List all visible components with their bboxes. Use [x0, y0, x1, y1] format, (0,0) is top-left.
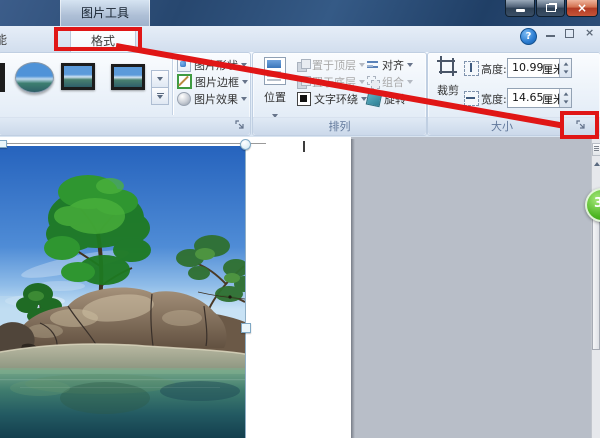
- text-wrapping-icon: [297, 92, 311, 106]
- thumbnail-landscape: [64, 66, 92, 87]
- spinner-down-icon: [563, 70, 568, 73]
- help-button[interactable]: ?: [520, 28, 537, 45]
- width-icon: [464, 91, 479, 106]
- annotation-box-format-tab: [54, 27, 142, 51]
- floating-ball-text: 3: [594, 196, 600, 211]
- text-cursor: [303, 141, 305, 152]
- chevron-down-icon: [407, 63, 413, 67]
- picture-styles-dialog-launcher[interactable]: [235, 120, 246, 131]
- chevron-down-icon: [359, 63, 365, 67]
- close-icon: ×: [577, 1, 587, 15]
- picture-border-button[interactable]: 图片边框: [177, 74, 248, 89]
- floating-assistant-ball[interactable]: 3: [585, 188, 600, 222]
- word-picture-tools-window: 图片工具 × 能 格式 ? × 图片形状: [0, 0, 600, 438]
- align-icon: [367, 59, 379, 71]
- chevron-up-icon: [594, 162, 600, 166]
- align-button[interactable]: 对齐: [367, 57, 413, 72]
- spinner-down-icon: [563, 100, 568, 103]
- picture-style-thumbnail-oval[interactable]: [15, 62, 54, 93]
- thumbnail-landscape: [114, 67, 142, 87]
- group-separator: [172, 57, 173, 115]
- annotation-box-size-launcher: [560, 111, 599, 139]
- scroll-up-button[interactable]: [592, 158, 600, 170]
- vertical-scrollbar[interactable]: [591, 137, 600, 438]
- height-label: 高度:: [481, 61, 507, 77]
- spinner-up-icon: [563, 63, 568, 66]
- chevron-down-icon: [359, 80, 365, 84]
- crop-button[interactable]: 裁剪: [431, 55, 465, 99]
- height-spinner[interactable]: 10.99 厘米: [507, 58, 572, 78]
- width-spinner[interactable]: 14.65 厘米: [507, 88, 572, 108]
- document-area: 3: [0, 137, 600, 438]
- arrange-group-label: 排列: [253, 117, 426, 135]
- selection-handle-top-right[interactable]: [240, 139, 251, 150]
- width-value: 14.65: [512, 91, 544, 104]
- gallery-scroll-down-button[interactable]: [151, 70, 169, 88]
- minimize-button[interactable]: [505, 0, 535, 17]
- selection-top-line: [0, 143, 266, 144]
- chevron-down-icon: [241, 97, 247, 101]
- document-minimize-icon[interactable]: [546, 35, 555, 37]
- restore-button[interactable]: [536, 0, 565, 17]
- crop-icon: [437, 56, 459, 78]
- chevron-down-icon: [157, 77, 163, 81]
- height-value: 10.99: [512, 61, 544, 74]
- spinner-up-icon: [563, 93, 568, 96]
- group-button[interactable]: 组合: [367, 74, 413, 89]
- picture-effects-icon: [177, 92, 191, 106]
- ribbon: 图片形状 图片边框 图片效果 位置: [0, 52, 600, 138]
- gallery-more-button[interactable]: [151, 87, 169, 105]
- group-objects-icon: [367, 76, 379, 88]
- selection-handle-top-left[interactable]: [0, 140, 7, 148]
- position-button[interactable]: 位置: [257, 55, 293, 115]
- text-wrapping-button[interactable]: 文字环绕: [297, 91, 367, 106]
- picture-style-thumbnail-frame-2[interactable]: [111, 64, 145, 90]
- chevron-down-icon: [157, 95, 163, 99]
- chevron-down-icon: [242, 80, 248, 84]
- height-spinner-arrows[interactable]: [559, 59, 571, 77]
- tab-partial-left[interactable]: 能: [0, 31, 7, 48]
- picture-style-thumbnail-partial[interactable]: [0, 63, 5, 92]
- minimize-icon: [516, 9, 525, 12]
- selected-picture[interactable]: [0, 146, 246, 438]
- close-button[interactable]: ×: [566, 0, 598, 17]
- page-shadow: [351, 139, 355, 438]
- height-icon: [464, 61, 479, 76]
- window-controls: ×: [505, 0, 598, 17]
- width-spinner-arrows[interactable]: [559, 89, 571, 107]
- more-bar-icon: [157, 93, 164, 94]
- chevron-down-icon: [407, 80, 413, 84]
- contextual-tool-tab[interactable]: 图片工具: [60, 0, 150, 27]
- document-close-icon[interactable]: ×: [585, 26, 594, 39]
- scrollbar-thumb[interactable]: [592, 205, 600, 350]
- picture-effects-button[interactable]: 图片效果: [177, 91, 247, 106]
- title-bar: 图片工具 ×: [0, 0, 600, 26]
- ruler-toggle-button[interactable]: [592, 143, 600, 156]
- dialog-launcher-icon: [235, 120, 246, 131]
- bring-to-front-icon: [297, 59, 309, 71]
- bring-to-front-button[interactable]: 置于顶层: [297, 57, 365, 72]
- width-label: 宽度:: [481, 91, 507, 107]
- contextual-tool-title: 图片工具: [81, 6, 129, 20]
- restore-icon: [546, 4, 556, 12]
- picture-styles-group-footer: [0, 117, 250, 135]
- picture-style-thumbnail-frame-1[interactable]: [61, 63, 95, 90]
- picture-border-icon: [177, 74, 192, 89]
- selection-handle-right-middle[interactable]: [241, 323, 251, 333]
- document-restore-icon[interactable]: [565, 29, 574, 38]
